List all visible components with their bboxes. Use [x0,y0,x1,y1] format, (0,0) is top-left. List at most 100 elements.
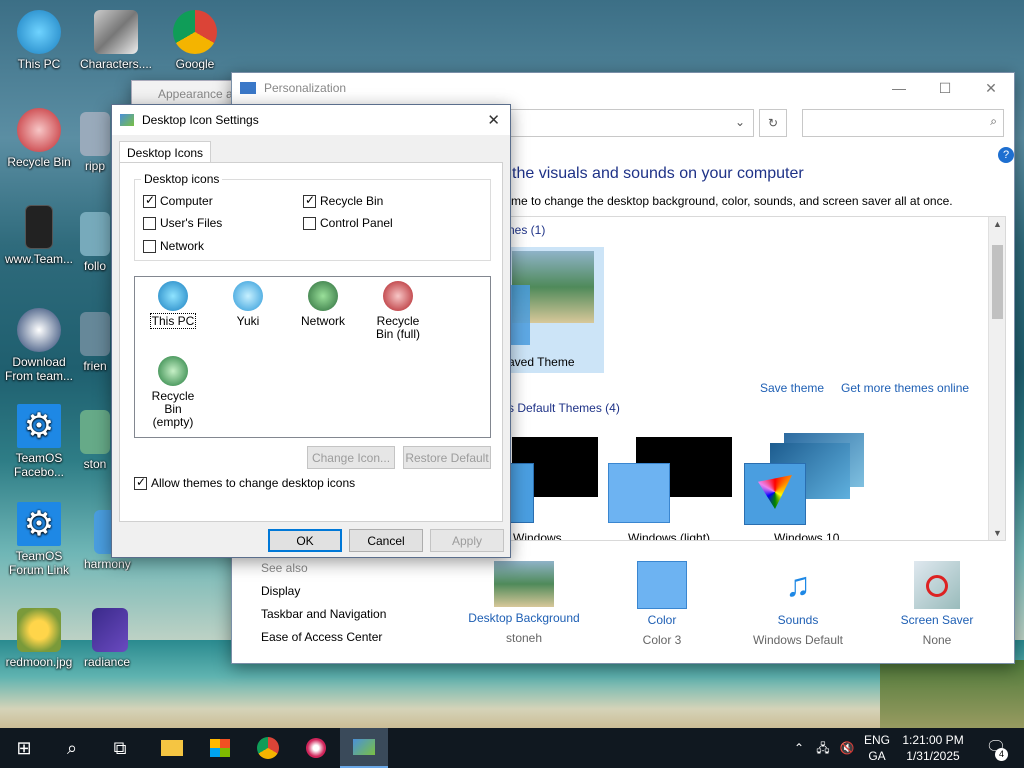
desktop-icon-teamos-www[interactable]: www.Team... [0,205,78,266]
desktop-background-thumbnail [494,561,554,607]
task-view-icon: ⧉ [113,737,127,758]
themes-scrollbar[interactable]: ▲ ▼ [988,217,1005,540]
taskbar-personalization[interactable] [340,728,388,768]
sounds-option[interactable]: ♫ Sounds Windows Default [742,561,854,647]
checkbox-computer[interactable]: Computer [143,193,213,208]
refresh-button[interactable]: ↻ [759,109,787,137]
see-also-taskbar-link[interactable]: Taskbar and Navigation [261,607,386,621]
screen-saver-option[interactable]: Screen Saver None [892,561,982,647]
checkbox-control-panel[interactable]: Control Panel [303,216,393,230]
checkbox-box[interactable] [134,475,147,490]
cancel-button[interactable]: Cancel [349,529,423,552]
desktop-icon-teamos-forum[interactable]: ⚙ TeamOS Forum Link [0,502,78,577]
desktop-icon-download[interactable]: Download From team... [0,308,78,383]
search-button[interactable]: ⌕ [48,728,96,768]
desktop-icon-label: This PC [17,57,61,71]
desktop-icon-redmoon[interactable]: redmoon.jpg [0,608,78,669]
chevron-down-icon[interactable]: ⌄ [735,115,745,129]
icon-item-this-pc[interactable]: This PC [136,281,210,329]
checkbox-box[interactable] [143,193,156,208]
desktop-icon-recycle-bin[interactable]: Recycle Bin [0,108,78,169]
get-more-themes-link[interactable]: Get more themes online [841,381,969,395]
computer-icon [17,10,61,54]
taskbar-chrome[interactable] [244,728,292,768]
icon-item-recycle-bin-full[interactable]: Recycle Bin (full) [361,281,435,341]
help-icon[interactable]: ? [998,147,1014,163]
language-indicator[interactable]: ENG GA [858,728,896,768]
minimize-button[interactable]: — [876,73,922,103]
desktop-icon-ston[interactable]: ston [78,410,112,471]
network-icon [308,281,338,311]
ok-button[interactable]: OK [268,529,342,552]
themes-list[interactable]: nes (1) aved Theme Save theme Get more t… [507,216,1006,541]
tray-overflow-button[interactable]: ⌃ [788,728,810,768]
scrollbar-thumb[interactable] [992,245,1003,319]
theme-windows-10-tile[interactable]: Windows 10 [744,431,868,540]
saved-theme-color-swatch [508,285,530,345]
see-also-display-link[interactable]: Display [261,584,386,598]
desktop-icon-this-pc[interactable]: This PC [0,10,78,71]
tab-desktop-icons[interactable]: Desktop Icons [119,141,212,163]
checkbox-network[interactable]: Network [143,239,204,253]
dialog-titlebar[interactable]: Desktop Icon Settings ✕ [112,105,510,135]
color-option[interactable]: Color Color 3 [612,561,712,647]
theme-name: Windows [513,531,562,541]
theme-windows-tile[interactable]: Windows [508,435,598,541]
address-bar[interactable]: ⌄ [502,109,754,137]
scroll-down-icon[interactable]: ▼ [993,528,1002,538]
desktop-icon-settings-dialog[interactable]: Desktop Icon Settings ✕ Desktop Icons De… [111,104,511,558]
desktop-background-option[interactable]: Desktop Background stoneh [466,561,582,645]
task-view-button[interactable]: ⧉ [96,728,144,768]
volume-muted-icon: 🔇 [839,741,855,755]
close-icon[interactable]: ✕ [487,111,500,129]
saved-theme-tile[interactable]: aved Theme [508,247,604,373]
color-swatch [637,561,687,609]
desktop-icon-radiance[interactable]: radiance [78,608,134,669]
checkbox-box[interactable] [143,239,156,253]
saved-theme-label: aved Theme [508,355,575,369]
desktop-icons-group: Desktop icons Computer Recycle Bin User'… [134,172,491,261]
desktop-icon-characters[interactable]: Characters.... [77,10,155,71]
change-icon-button[interactable]: Change Icon... [307,446,395,469]
icon-item-recycle-bin-empty[interactable]: Recycle Bin (empty) [136,356,210,429]
action-center-button[interactable]: 🗨 4 [978,728,1014,768]
checkbox-box[interactable] [303,216,316,230]
appearance-window[interactable]: Appearance a [131,80,241,106]
save-theme-link[interactable]: Save theme [760,381,824,395]
checkbox-allow-themes[interactable]: Allow themes to change desktop icons [134,475,355,490]
taskbar-file-explorer[interactable] [148,728,196,768]
checkbox-recycle-bin[interactable]: Recycle Bin [303,193,383,208]
clock[interactable]: 1:21:00 PM 1/31/2025 [898,728,968,768]
see-also-ease-of-access-link[interactable]: Ease of Access Center [261,630,386,644]
restore-default-button[interactable]: Restore Default [403,446,491,469]
checkbox-label: Network [160,239,205,253]
chevron-up-icon: ⌃ [793,741,805,755]
desktop-icon-chrome[interactable]: Google Chrome [156,10,234,70]
desktop-icon-ripp[interactable]: ripp [78,112,112,173]
icon-item-yuki[interactable]: Yuki [211,281,285,328]
taskbar-store[interactable] [196,728,244,768]
chrome-icon [257,737,279,759]
desktop-background-value: stoneh [505,631,543,645]
icon-item-network[interactable]: Network [286,281,360,328]
desktop-icon-frien[interactable]: frien [78,312,112,373]
apply-button[interactable]: Apply [430,529,504,552]
checkbox-users-files[interactable]: User's Files [143,216,222,230]
icon-list[interactable]: This PC Yuki Network Recycle Bin (full) … [134,276,491,438]
search-icon[interactable]: ⌕ [990,114,997,129]
scroll-up-icon[interactable]: ▲ [993,219,1002,229]
taskbar-app-flower[interactable] [292,728,340,768]
volume-tray-icon[interactable]: 🔇 [836,728,858,768]
theme-windows-light-tile[interactable]: Windows (light) [608,435,734,540]
personalization-titlebar[interactable]: Personalization — ☐ ✕ [232,73,1014,103]
network-tray-icon[interactable]: 🖧 [812,728,834,768]
screen-saver-label: Screen Saver [900,613,974,627]
desktop-icon-follo[interactable]: follo [78,212,112,273]
search-input[interactable]: ⌕ [802,109,1004,137]
close-button[interactable]: ✕ [968,73,1014,103]
checkbox-box[interactable] [303,193,316,208]
checkbox-box[interactable] [143,216,156,230]
start-button[interactable]: ⊞ [0,728,48,768]
maximize-button[interactable]: ☐ [922,73,968,103]
desktop-icon-teamos-facebook[interactable]: ⚙ TeamOS Facebo... [0,404,78,479]
